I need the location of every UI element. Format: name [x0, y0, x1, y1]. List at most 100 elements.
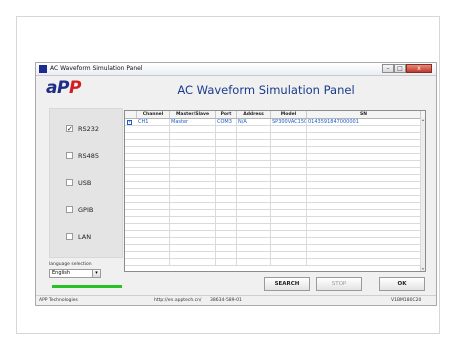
interface-checkbox[interactable] [66, 152, 73, 159]
search-button[interactable]: SEARCH [264, 277, 310, 291]
stop-button[interactable]: STOP [316, 277, 362, 291]
table-cell [170, 217, 216, 224]
table-cell [137, 126, 170, 133]
table-cell [271, 182, 307, 189]
table-row[interactable] [125, 168, 421, 175]
table-row[interactable] [125, 126, 421, 133]
column-header[interactable] [125, 111, 137, 118]
table-cell [237, 245, 271, 252]
table-cell [307, 189, 421, 196]
table-row[interactable] [125, 147, 421, 154]
table-cell [237, 224, 271, 231]
table-row[interactable] [125, 196, 421, 203]
table-cell [170, 196, 216, 203]
column-header[interactable]: Address [237, 111, 271, 118]
table-cell [170, 168, 216, 175]
table-row[interactable] [125, 224, 421, 231]
table-cell [237, 196, 271, 203]
table-cell [170, 245, 216, 252]
scroll-up-icon[interactable]: ▴ [421, 118, 425, 122]
table-row[interactable] [125, 231, 421, 238]
interface-label: GPIB [78, 206, 94, 214]
interface-label: USB [78, 179, 92, 187]
title-bar[interactable]: AC Waveform Simulation Panel – □ x [36, 63, 436, 76]
table-row[interactable] [125, 210, 421, 217]
table-cell [271, 203, 307, 210]
table-cell [307, 252, 421, 259]
table-cell [216, 252, 237, 259]
table-cell [216, 196, 237, 203]
scroll-down-icon[interactable]: ▾ [421, 267, 425, 271]
column-header[interactable]: Master/Slave [170, 111, 216, 118]
column-header[interactable]: Port [216, 111, 237, 118]
table-cell [307, 224, 421, 231]
table-row[interactable]: ✓ CH1 Master COM3 N/A SP300VAC150(01435918470… [125, 119, 421, 126]
table-row[interactable] [125, 182, 421, 189]
table-cell [170, 189, 216, 196]
maximize-button[interactable]: □ [394, 64, 406, 73]
table-cell [307, 259, 421, 266]
interface-checkbox[interactable] [66, 233, 73, 240]
row-checkbox[interactable]: ✓ [127, 120, 132, 125]
column-header[interactable]: SN [307, 111, 421, 118]
table-cell [170, 140, 216, 147]
table-cell [137, 238, 170, 245]
table-cell [170, 126, 216, 133]
table-cell [170, 238, 216, 245]
table-cell [170, 224, 216, 231]
table-row[interactable] [125, 217, 421, 224]
table-cell [237, 189, 271, 196]
table-cell [307, 217, 421, 224]
interface-checkbox[interactable] [66, 206, 73, 213]
table-cell [237, 259, 271, 266]
interface-label: LAN [78, 233, 92, 241]
table-cell: N/A [237, 119, 271, 126]
table-row[interactable] [125, 175, 421, 182]
table-row[interactable] [125, 140, 421, 147]
table-row[interactable] [125, 154, 421, 161]
minimize-button[interactable]: – [382, 64, 394, 73]
table-cell [271, 231, 307, 238]
table-cell [237, 147, 271, 154]
table-cell [237, 217, 271, 224]
interface-checkbox[interactable]: ✓ [66, 125, 73, 133]
table-cell [170, 203, 216, 210]
interface-label: RS232 [78, 125, 100, 133]
table-cell [137, 154, 170, 161]
table-cell [170, 161, 216, 168]
table-cell [137, 189, 170, 196]
table-cell [216, 147, 237, 154]
ok-button[interactable]: OK [379, 277, 425, 291]
table-row[interactable] [125, 133, 421, 140]
close-button[interactable]: x [406, 64, 432, 73]
table-cell [216, 161, 237, 168]
app-icon [39, 65, 47, 73]
table-row[interactable] [125, 189, 421, 196]
table-cell [137, 210, 170, 217]
version-label: V1BM180C20 [391, 298, 422, 303]
table-row[interactable] [125, 238, 421, 245]
table-cell: 0143591847000001 [307, 119, 421, 126]
interface-group: ✓ RS232 RS485 USB GPIB LAN [49, 108, 123, 258]
table-row[interactable] [125, 161, 421, 168]
table-cell [216, 217, 237, 224]
column-header[interactable]: Model [271, 111, 307, 118]
table-cell [237, 238, 271, 245]
table-row[interactable] [125, 245, 421, 252]
table-cell [170, 252, 216, 259]
table-cell [271, 224, 307, 231]
interface-checkbox[interactable] [66, 179, 73, 186]
table-row[interactable] [125, 203, 421, 210]
language-select[interactable]: English ▾ [49, 269, 101, 278]
column-header[interactable]: Channel [137, 111, 170, 118]
table-row[interactable] [125, 252, 421, 259]
table-cell [307, 210, 421, 217]
table-row[interactable] [125, 259, 421, 266]
dropdown-arrow-icon[interactable]: ▾ [92, 269, 101, 278]
table-cell [237, 210, 271, 217]
website-link[interactable]: http://en.apptech.cn/ [154, 296, 201, 306]
table-cell [137, 231, 170, 238]
app-window: AC Waveform Simulation Panel – □ x aPP A… [35, 62, 437, 306]
table-cell [307, 245, 421, 252]
table-cell [271, 252, 307, 259]
